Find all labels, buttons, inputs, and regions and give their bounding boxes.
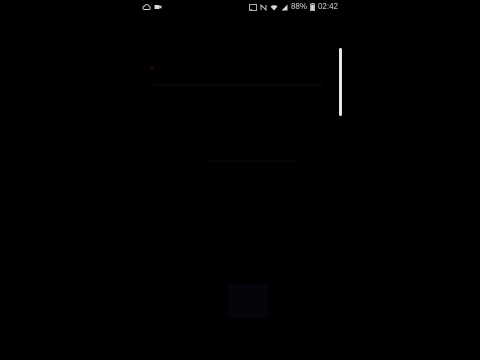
- phone-display: 88% 02:42: [138, 0, 344, 360]
- clock: 02:42: [317, 2, 338, 11]
- battery-icon: [310, 3, 315, 11]
- battery-percent: 88%: [290, 2, 307, 11]
- cloud-icon: [142, 4, 151, 10]
- wifi-icon: [270, 4, 278, 11]
- status-bar-left: [142, 0, 162, 14]
- edge-panel-handle[interactable]: [339, 48, 342, 116]
- dim-text-line: [154, 84, 324, 86]
- dimmed-content-area: [138, 14, 344, 360]
- status-bar: 88% 02:42: [138, 0, 344, 14]
- video-camera-icon: [154, 4, 162, 10]
- status-bar-right: 88% 02:42: [249, 0, 338, 14]
- notification-dot: [150, 66, 154, 70]
- dim-text-line: [208, 160, 298, 162]
- dim-image-block: [228, 284, 268, 318]
- nfc-icon: [260, 3, 267, 11]
- screen: 88% 02:42: [0, 0, 480, 360]
- cast-icon: [249, 3, 257, 11]
- signal-icon: [281, 4, 288, 11]
